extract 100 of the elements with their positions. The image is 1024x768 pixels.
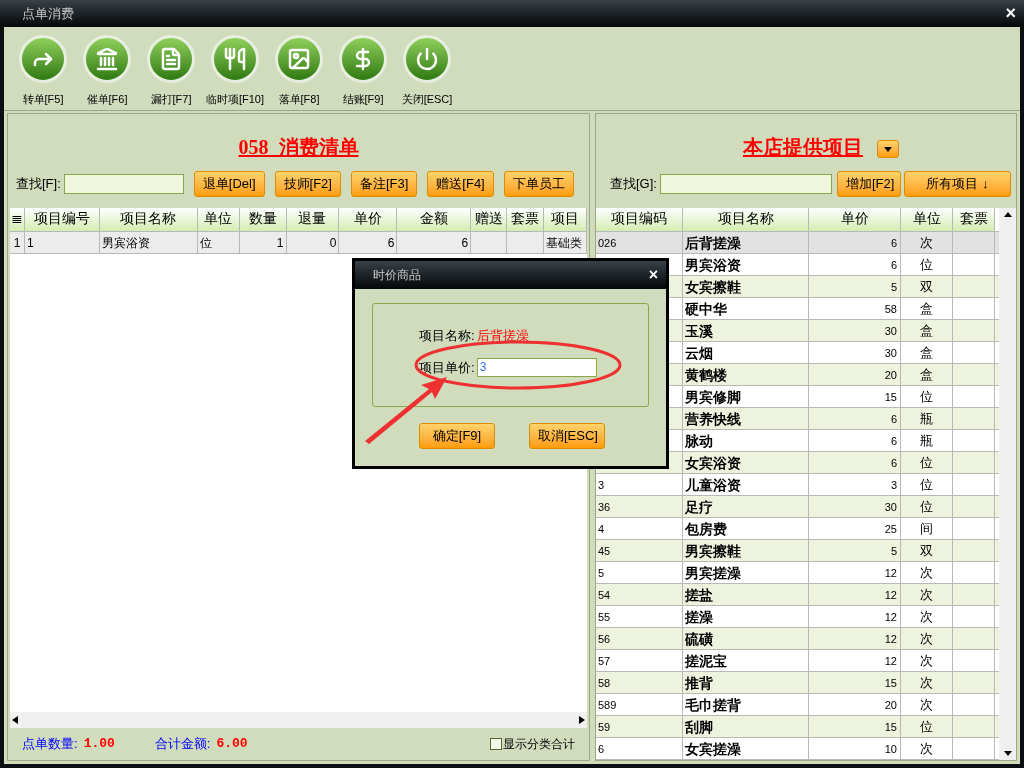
table-cell: 30	[884, 501, 897, 513]
field-label: 项目名称:	[419, 327, 475, 345]
column-header[interactable]: 单价	[339, 208, 398, 231]
table-cell: 盒	[920, 301, 933, 316]
table-cell: 次	[920, 235, 933, 250]
search-label: 查找[G]:	[610, 175, 657, 194]
price-field[interactable]: 3	[476, 357, 597, 377]
table-cell: 15	[884, 677, 897, 689]
table-row[interactable]: 58 推背 15 次	[596, 672, 999, 694]
column-header[interactable]: 数量	[239, 208, 287, 231]
toolbar-button[interactable]: 漏打[F7]	[140, 35, 202, 110]
table-cell: 盒	[920, 323, 933, 338]
toolbar-button[interactable]: 关闭[ESC]	[396, 35, 458, 110]
column-header[interactable]: 单位	[197, 208, 240, 231]
table-row[interactable]: 026 后背搓澡 6 次	[596, 232, 999, 254]
table-cell: 次	[920, 631, 933, 646]
table-cell: 瓶	[920, 411, 933, 426]
table-cell: 女宾擦鞋	[685, 279, 741, 295]
table-cell: 5	[598, 567, 605, 579]
table-cell: 25	[884, 523, 897, 535]
column-header[interactable]: 套票	[953, 208, 995, 231]
search-field[interactable]	[63, 174, 184, 194]
table-row[interactable]: 59 刮脚 15 位	[596, 716, 999, 738]
toolbar-button[interactable]: 转单[F5]	[12, 35, 74, 110]
field-label: 项目单价:	[419, 358, 475, 377]
checkbox[interactable]	[490, 738, 502, 750]
horizontal-scrollbar[interactable]	[10, 712, 587, 728]
count-label: 点单数量:	[22, 735, 78, 754]
column-header[interactable]: 单价	[809, 208, 901, 231]
dropdown-button[interactable]	[877, 140, 899, 158]
column-header[interactable]: 项目编号	[24, 208, 100, 231]
table-cell: 位	[920, 257, 933, 272]
table-row[interactable]: 36 足疗 30 位	[596, 496, 999, 518]
vertical-scrollbar[interactable]	[999, 208, 1016, 760]
dialog-button[interactable]: 确定[F9]	[419, 423, 495, 449]
column-header[interactable]: 赠送	[471, 208, 508, 231]
table-cell: 男宾修脚	[685, 389, 741, 405]
table-row[interactable]: 55 搓澡 12 次	[596, 606, 999, 628]
table-row[interactable]: 5 男宾搓澡 12 次	[596, 562, 999, 584]
action-button[interactable]: 技师[F2]	[274, 171, 341, 197]
table-cell: 026	[598, 237, 617, 249]
toolbar-button[interactable]: 催单[F6]	[76, 35, 138, 110]
scroll-up-icon	[1003, 212, 1012, 217]
panel-title: 本店提供项目	[743, 135, 863, 160]
count-value: 1.00	[83, 735, 115, 754]
table-cell: 次	[920, 587, 933, 602]
table-row[interactable]: 589 毛巾搓背 20 次	[596, 694, 999, 716]
column-header[interactable]: 项目	[544, 208, 587, 231]
table-cell: 盒	[920, 367, 933, 382]
action-button[interactable]: 备注[F3]	[350, 171, 418, 197]
table-cell: 基础类	[546, 236, 583, 250]
toolbar-button[interactable]: 结账[F9]	[332, 35, 394, 110]
table-row[interactable]: 4 包房费 25 间	[596, 518, 999, 540]
table-row[interactable]: 1 1 男宾浴资 位 1 0 6 6 基础类	[10, 232, 587, 254]
table-cell: 36	[598, 501, 611, 513]
table-row[interactable]: 45 男宾擦鞋 5 双	[596, 540, 999, 562]
table-cell: 12	[884, 567, 897, 579]
table-cell: 云烟	[685, 345, 713, 361]
close-button[interactable]: ×	[1005, 0, 1016, 27]
column-header[interactable]: 退量	[286, 208, 340, 231]
table-cell: 次	[920, 741, 933, 756]
action-button[interactable]: 退单[Del]	[193, 171, 265, 197]
column-header[interactable]: 项目名称	[99, 208, 198, 231]
table-cell: 男宾浴资	[101, 236, 150, 250]
table-cell: 6	[598, 743, 605, 755]
table-cell: 10	[884, 743, 897, 755]
filter-button[interactable]: 所有项目 ↓	[903, 171, 1011, 197]
toolbar-button[interactable]: 临时项[F10]	[204, 35, 266, 110]
table-cell: 黄鹤楼	[685, 367, 727, 383]
table-cell: 位	[920, 389, 933, 404]
table-cell: 6	[890, 435, 897, 447]
caret-icon	[884, 146, 892, 152]
table-row[interactable]: 57 搓泥宝 12 次	[596, 650, 999, 672]
table-row[interactable]: 6 女宾搓澡 10 次	[596, 738, 999, 760]
table-cell: 12	[884, 655, 897, 667]
column-header[interactable]: 项目名称	[683, 208, 809, 231]
table-row[interactable]: 56 硫磺 12 次	[596, 628, 999, 650]
column-header[interactable]: 单位	[901, 208, 953, 231]
column-header[interactable]: 金额	[397, 208, 472, 231]
search-field[interactable]	[659, 174, 832, 194]
table-cell: 双	[920, 543, 933, 558]
table-cell: 15	[884, 391, 897, 403]
column-header[interactable]: ≣	[10, 208, 25, 231]
table-cell: 营养快线	[685, 411, 741, 427]
table-cell: 搓泥宝	[685, 653, 727, 669]
table-cell: 脉动	[685, 433, 713, 449]
dialog-button[interactable]: 取消[ESC]	[529, 423, 605, 449]
table-row[interactable]: 3 儿童浴资 3 位	[596, 474, 999, 496]
table-cell: 30	[884, 325, 897, 337]
column-header[interactable]: 套票	[507, 208, 545, 231]
action-button[interactable]: 赠送[F4]	[427, 171, 494, 197]
table-row[interactable]: 54 搓盐 12 次	[596, 584, 999, 606]
table-cell: 54	[598, 589, 611, 601]
table-cell: 12	[884, 611, 897, 623]
add-button[interactable]: 增加[F2]	[836, 171, 901, 197]
toolbar-button[interactable]: 落单[F8]	[268, 35, 330, 110]
column-header[interactable]: 项目编码	[596, 208, 683, 231]
table-cell: 12	[884, 633, 897, 645]
action-button[interactable]: 下单员工	[503, 171, 574, 197]
scroll-left-icon	[12, 716, 18, 724]
